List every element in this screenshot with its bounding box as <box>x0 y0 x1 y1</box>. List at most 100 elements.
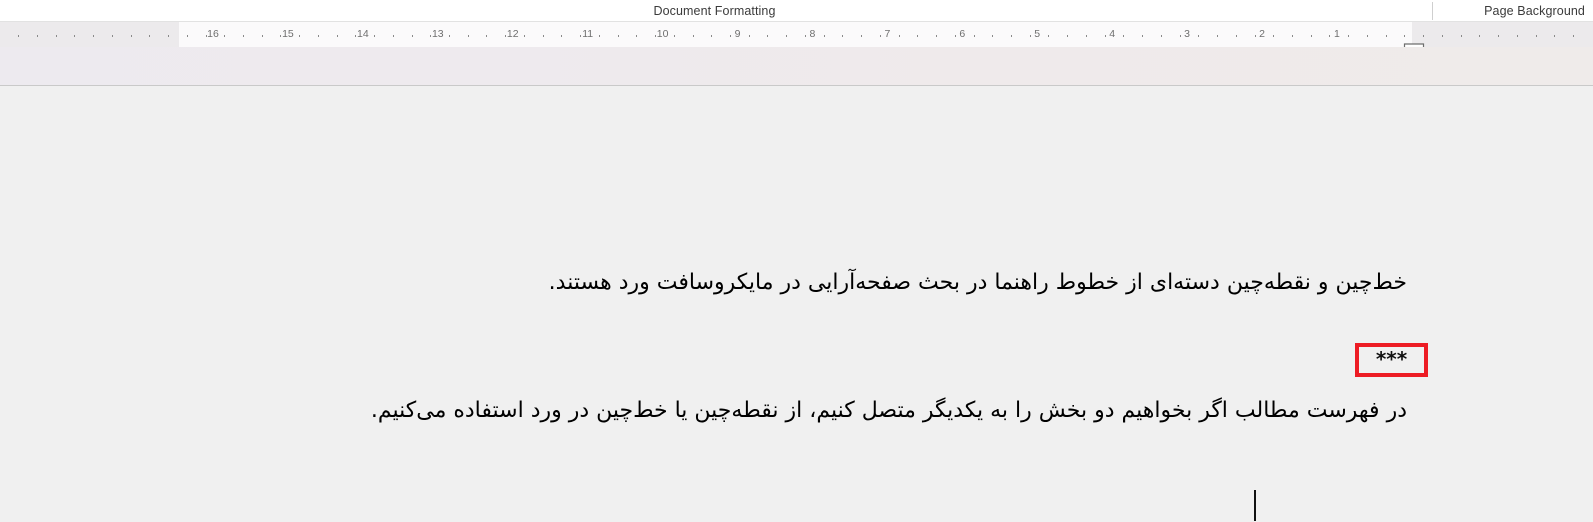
asterisk-separator-text: *** <box>1375 347 1408 371</box>
ruler-tick <box>1160 35 1162 37</box>
ruler-tick <box>1329 35 1331 37</box>
ruler-tick <box>486 35 488 37</box>
ruler-tick <box>505 35 507 37</box>
ruler-tick <box>411 35 413 37</box>
ruler-tick <box>449 35 451 37</box>
ruler-tick <box>1291 35 1293 37</box>
ruler-tick <box>1572 35 1574 37</box>
ruler-tick <box>1366 35 1368 37</box>
document-page[interactable]: خط‌چین و نقطه‌چین دسته‌ای از خطوط راهنما… <box>0 86 1593 522</box>
paragraph-line-3[interactable]: در فهرست مطالب اگر بخواهیم دو بخش را به … <box>371 396 1407 426</box>
ruler-tick <box>242 35 244 37</box>
ruler-tick <box>823 35 825 37</box>
paragraph-line-1[interactable]: خط‌چین و نقطه‌چین دسته‌ای از خطوط راهنما… <box>549 268 1407 298</box>
ruler-tick <box>1441 35 1443 37</box>
ruler-tick <box>1423 35 1425 37</box>
ruler-tick <box>580 35 582 37</box>
ruler-tick <box>861 35 863 37</box>
ruler-tick-marks: 16 15 14 13 12 11 10 9 8 7 6 5 4 3 2 1 <box>0 22 1593 47</box>
ruler-tick <box>598 35 600 37</box>
ruler-tick <box>36 35 38 37</box>
ruler-number: 10 <box>656 28 669 40</box>
ruler-number: 2 <box>1259 28 1265 40</box>
ruler-tick <box>842 35 844 37</box>
asterisk-highlight-box[interactable]: *** <box>1355 343 1428 377</box>
ruler-number: 8 <box>809 28 816 40</box>
document-text-area[interactable]: خط‌چین و نقطه‌چین دسته‌ای از خطوط راهنما… <box>0 86 1593 522</box>
ruler-tick <box>299 35 301 37</box>
ruler-tick <box>149 35 151 37</box>
ruler-tick <box>1535 35 1537 37</box>
ruler-tick <box>936 35 938 37</box>
ruler-number: 6 <box>959 28 966 40</box>
ruler-tick <box>93 35 95 37</box>
ruler-tick <box>1348 35 1350 37</box>
ruler-number: 14 <box>357 28 369 40</box>
ruler-tick <box>1011 35 1012 37</box>
ruler-tick <box>336 35 338 37</box>
ruler-number: 12 <box>506 28 519 40</box>
ruler-tick <box>711 35 713 37</box>
ruler-tick <box>804 35 806 37</box>
ruler-tick <box>280 35 282 37</box>
ruler-tick <box>636 35 638 37</box>
ruler-number: 3 <box>1184 28 1190 40</box>
text-cursor-caret <box>1254 490 1256 521</box>
title-bar: Document Formatting Page Background <box>0 0 1593 22</box>
ruler-tick <box>1198 35 1200 37</box>
ruler-tick <box>992 35 994 37</box>
ruler-tick <box>205 35 207 37</box>
ruler-tick <box>617 35 619 37</box>
ruler-number: 13 <box>431 28 444 40</box>
horizontal-ruler[interactable]: 16 15 14 13 12 11 10 9 8 7 6 5 4 3 2 1 <box>0 22 1593 48</box>
ruler-tick <box>767 35 769 37</box>
ruler-tick <box>1104 35 1106 37</box>
ruler-tick <box>1142 35 1144 37</box>
ruler-tick <box>55 35 57 37</box>
ruler-tick <box>355 35 357 37</box>
document-formatting-label[interactable]: Document Formatting <box>0 0 1429 21</box>
ruler-tick <box>1029 35 1031 37</box>
ruler-tick <box>130 35 132 37</box>
ruler-tick <box>954 35 956 37</box>
ruler-tick <box>317 35 319 37</box>
ruler-tick <box>1254 35 1256 37</box>
ruler-tick <box>1048 35 1050 37</box>
ruler-tick <box>673 35 675 37</box>
ruler-tick <box>224 35 226 37</box>
ruler-tick <box>1179 35 1181 37</box>
ruler-tick <box>1067 35 1069 37</box>
titlebar-divider <box>1432 2 1433 20</box>
ruler-tick <box>973 35 975 37</box>
ruler-tick <box>1460 35 1462 37</box>
ruler-tick <box>1273 35 1275 37</box>
ruler-tick <box>1310 35 1312 37</box>
ruler-tick <box>730 35 732 37</box>
page-background-label[interactable]: Page Background <box>1484 0 1585 21</box>
ruler-tick <box>1085 35 1087 37</box>
ruler-tick <box>1554 35 1556 37</box>
ruler-tick <box>1404 35 1406 37</box>
ruler-number: 15 <box>282 28 294 40</box>
ruler-tick <box>1123 35 1125 37</box>
ruler-tick <box>392 35 394 37</box>
ruler-number: 9 <box>734 28 741 40</box>
ruler-tick <box>1479 35 1481 37</box>
ruler-tick <box>111 35 113 37</box>
ruler-number: 4 <box>1109 28 1116 40</box>
ruler-tick <box>374 35 376 37</box>
ruler-tick <box>430 35 432 37</box>
ruler-tick <box>542 35 544 37</box>
ruler-tick <box>261 35 263 37</box>
ruler-number: 16 <box>207 28 219 40</box>
ruler-tick <box>1516 35 1518 37</box>
ruler-tick <box>467 35 469 37</box>
ruler-tick <box>561 35 563 37</box>
ruler-number: 1 <box>1334 28 1340 40</box>
ruler-tick <box>917 35 919 37</box>
ruler-tick <box>786 35 788 37</box>
ruler-tick <box>748 35 750 37</box>
ruler-tick <box>523 35 525 37</box>
ruler-tick <box>186 35 188 37</box>
ruler-number: 7 <box>884 28 891 40</box>
